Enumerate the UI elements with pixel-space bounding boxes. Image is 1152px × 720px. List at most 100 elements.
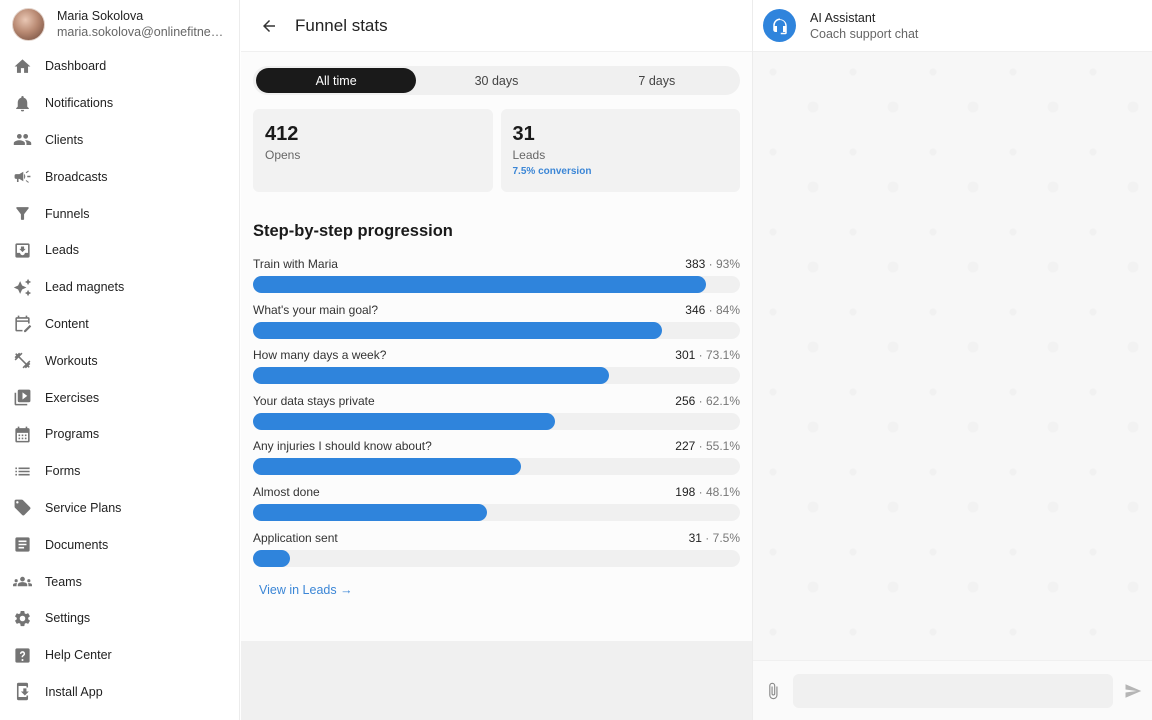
progress-fill <box>253 321 663 339</box>
progress-fill <box>253 503 488 521</box>
sidebar-item-label: Install App <box>45 684 103 699</box>
sidebar-item-label: Lead magnets <box>45 280 125 295</box>
step-count: 31 <box>688 530 702 545</box>
progress-track <box>253 367 740 385</box>
chat-header: AI Assistant Coach support chat <box>753 0 1152 52</box>
step-stat: 227 · 55.1% <box>675 439 740 454</box>
date-range-toggle: All time 30 days 7 days <box>253 66 740 95</box>
sidebar: Maria Sokolova maria.sokolova@onlinefitn… <box>0 0 240 720</box>
progress-track <box>253 458 740 476</box>
group-icon <box>13 572 32 591</box>
install-icon <box>13 682 32 701</box>
stat-cards: 412 Opens 31 Leads 7.5% conversion <box>253 109 740 192</box>
back-button[interactable] <box>259 16 279 36</box>
step-count: 227 <box>675 439 696 454</box>
chat-composer <box>753 660 1152 720</box>
sidebar-item-notifications[interactable]: Notifications <box>0 85 239 122</box>
megaphone-icon <box>13 167 32 186</box>
step-item: Application sent 31 · 7.5% <box>253 530 740 576</box>
leads-card: 31 Leads 7.5% conversion <box>500 109 740 192</box>
step-header: What's your main goal? 346 · 84% <box>253 302 740 318</box>
view-in-leads-link[interactable]: View in Leads → <box>259 583 353 597</box>
range-30-days[interactable]: 30 days <box>416 68 576 93</box>
conversion-rate: 7.5% conversion <box>512 166 592 177</box>
sidebar-item-label: Broadcasts <box>45 169 108 184</box>
sidebar-item-workouts[interactable]: Workouts <box>0 342 239 379</box>
sidebar-item-settings[interactable]: Settings <box>0 600 239 637</box>
section-title: Step-by-step progression <box>253 222 453 240</box>
progress-fill <box>253 458 522 476</box>
progress-track <box>253 321 740 339</box>
step-percent: 55.1% <box>705 439 740 454</box>
sidebar-item-dashboard[interactable]: Dashboard <box>0 48 239 85</box>
home-icon <box>13 57 32 76</box>
sidebar-item-leads[interactable]: Leads <box>0 232 239 269</box>
inbox-download-icon <box>13 241 32 260</box>
sidebar-item-forms[interactable]: Forms <box>0 453 239 490</box>
sidebar-item-clients[interactable]: Clients <box>0 122 239 159</box>
sidebar-item-label: Documents <box>45 537 109 552</box>
progress-fill <box>253 412 556 430</box>
attach-button[interactable] <box>763 681 783 701</box>
profile-email: maria.sokolova@onlinefitness.com <box>57 25 225 39</box>
profile-header[interactable]: Maria Sokolova maria.sokolova@onlinefitn… <box>0 0 239 48</box>
headset-icon <box>772 18 787 34</box>
sidebar-item-label: Clients <box>45 132 84 147</box>
sidebar-item-exercises[interactable]: Exercises <box>0 379 239 416</box>
step-percent: 7.5% <box>712 530 740 545</box>
sidebar-item-documents[interactable]: Documents <box>0 526 239 563</box>
step-header: Almost done 198 · 48.1% <box>253 484 740 500</box>
step-stat: 383 · 93% <box>685 257 740 271</box>
sidebar-item-install-app[interactable]: Install App <box>0 674 239 711</box>
progress-track <box>253 276 740 293</box>
step-item: What's your main goal? 346 · 84% <box>253 302 740 348</box>
sidebar-item-label: Leads <box>45 243 80 258</box>
range-7-days[interactable]: 7 days <box>577 68 737 93</box>
step-stat: 256 · 62.1% <box>675 393 740 408</box>
sidebar-item-broadcasts[interactable]: Broadcasts <box>0 158 239 195</box>
calendar-icon <box>13 425 32 444</box>
sidebar-item-content[interactable]: Content <box>0 306 239 343</box>
step-count: 346 <box>685 302 706 317</box>
sidebar-item-funnels[interactable]: Funnels <box>0 195 239 232</box>
sidebar-item-programs[interactable]: Programs <box>0 416 239 453</box>
leads-value: 31 <box>512 123 535 145</box>
ai-assistant-panel: AI Assistant Coach support chat <box>752 0 1152 720</box>
bell-icon <box>13 94 32 113</box>
send-button[interactable] <box>1123 681 1143 701</box>
step-stat: 31 · 7.5% <box>688 530 740 545</box>
step-name: How many days a week? <box>253 348 387 363</box>
sidebar-item-service-plans[interactable]: Service Plans <box>0 490 239 527</box>
progress-fill <box>253 549 290 567</box>
step-percent: 84% <box>715 302 740 317</box>
sidebar-item-teams[interactable]: Teams <box>0 563 239 600</box>
sidebar-item-label: Notifications <box>45 96 114 111</box>
avatar <box>12 7 45 41</box>
sidebar-item-label: Workouts <box>45 353 98 368</box>
step-stat: 346 · 84% <box>685 302 740 317</box>
sidebar-item-label: Teams <box>45 574 82 589</box>
arrow-left-icon <box>263 19 275 32</box>
step-stat: 198 · 48.1% <box>675 484 740 499</box>
step-item: Any injuries I should know about? 227 · … <box>253 438 740 484</box>
send-icon <box>1125 683 1142 698</box>
range-all-time[interactable]: All time <box>256 68 417 93</box>
step-percent: 93% <box>715 257 740 271</box>
progress-track <box>253 412 740 430</box>
progress-fill <box>253 276 706 293</box>
step-name: Any injuries I should know about? <box>253 439 432 454</box>
paperclip-icon <box>769 682 778 699</box>
chat-message-input[interactable] <box>793 673 1113 708</box>
sidebar-item-label: Forms <box>45 464 81 479</box>
assistant-avatar <box>763 9 796 42</box>
tag-icon <box>13 498 32 517</box>
sidebar-item-lead-magnets[interactable]: Lead magnets <box>0 269 239 306</box>
opens-value: 412 <box>265 123 299 145</box>
chat-messages-area <box>753 52 1152 660</box>
funnel-stats-panel: Funnel stats All time 30 days 7 days 412… <box>241 0 752 720</box>
gear-icon <box>13 609 32 628</box>
step-item: Train with Maria 383 · 93% <box>253 256 740 302</box>
video-library-icon <box>13 388 32 407</box>
step-percent: 48.1% <box>705 484 740 499</box>
sidebar-item-help-center[interactable]: Help Center <box>0 637 239 674</box>
